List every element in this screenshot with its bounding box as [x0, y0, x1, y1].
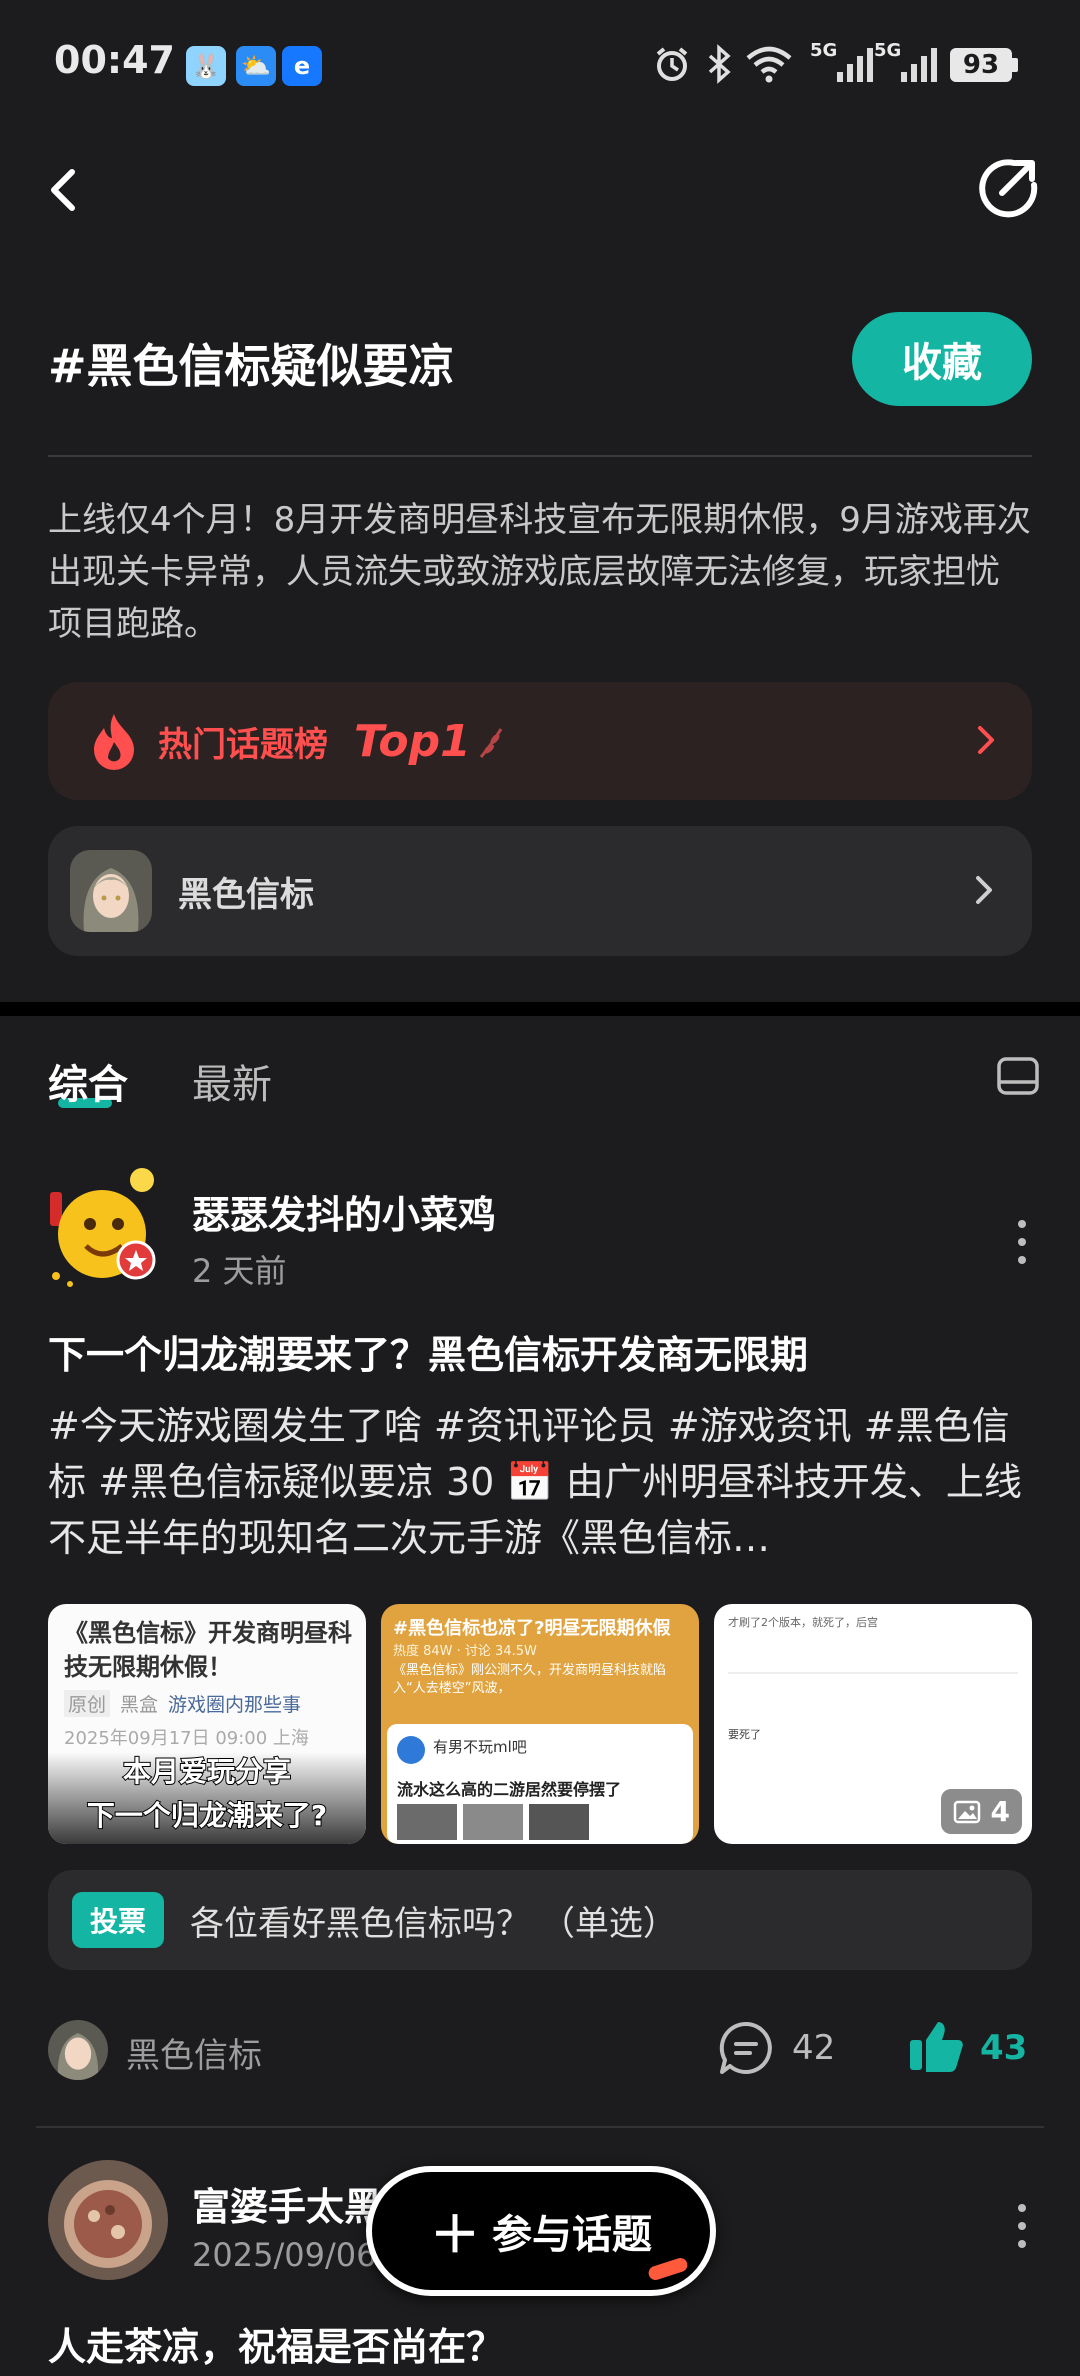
telecom-app-icon: e: [282, 46, 322, 86]
plus-icon: ＋: [430, 2206, 480, 2264]
post-image-2[interactable]: #黑色信标也凉了?明昼无限期休假 热度 84W · 讨论 34.5W 《黑色信标…: [381, 1604, 699, 1844]
laurel-icon: [479, 728, 502, 758]
section-separator: [0, 1002, 1080, 1016]
network-type-label: 5G: [810, 40, 838, 61]
post-topic-tag[interactable]: 黑色信标: [126, 2028, 262, 2077]
collect-button[interactable]: 收藏: [852, 312, 1032, 406]
cell-signal-1: 5G: [810, 40, 874, 82]
image-count-badge: 4: [940, 1789, 1022, 1834]
alarm-icon: [656, 47, 688, 81]
poll-question: 各位看好黑色信标吗？ （单选）: [190, 1903, 677, 1944]
flame-icon: [94, 714, 134, 770]
chevron-right-icon: [976, 876, 992, 904]
tab-latest[interactable]: 最新: [192, 1052, 272, 1110]
bunny-app-icon: 🐰: [186, 46, 226, 86]
post-time: 2025/09/06: [192, 2236, 377, 2274]
poll-card[interactable]: 投票 各位看好黑色信标吗？ （单选）: [48, 1870, 1032, 1970]
thumb2-headline: #黑色信标也凉了?明昼无限期休假: [393, 1618, 671, 1639]
battery-tip: [1012, 58, 1018, 72]
topic-description: 上线仅4个月！8月开发商明昼科技宣布无限期休假，9月游戏再次出现关卡异常，人员流…: [48, 500, 1031, 644]
author-name[interactable]: 富婆手太黑: [192, 2176, 382, 2231]
battery-indicator: 93: [950, 48, 1012, 82]
layout-toggle-icon[interactable]: [996, 1056, 1040, 1096]
author-avatar[interactable]: [36, 1164, 164, 1292]
bluetooth-icon: [708, 44, 731, 84]
image-count: 4: [990, 1795, 1010, 1828]
topic-title: #黑色信标疑似要凉: [48, 339, 455, 393]
author-avatar[interactable]: [48, 2160, 168, 2280]
more-options-icon[interactable]: [1014, 2200, 1030, 2252]
thumbs-up-icon[interactable]: [906, 2016, 966, 2076]
post-title[interactable]: 下一个归龙潮要来了？黑色信标开发商无限期: [48, 1324, 1038, 1379]
accent-stroke: [646, 2256, 690, 2282]
post-time: 2 天前: [192, 1252, 287, 1290]
thumb-tag-source: 黑盒: [120, 1694, 159, 1716]
comment-count: 42: [792, 2028, 836, 2068]
game-avatar: [70, 850, 152, 932]
thumb3-reply: 要死了: [728, 1728, 761, 1741]
comment-icon[interactable]: [716, 2018, 776, 2078]
network-type-label: 5G: [874, 40, 902, 61]
thumb-channel: 游戏圈内那些事: [168, 1694, 302, 1716]
post-divider: [36, 2126, 1044, 2128]
post-image-1[interactable]: 《黑色信标》开发商明昼科技无限期休假！ 原创 黑盒 游戏圈内那些事 2025年0…: [48, 1604, 366, 1844]
thumb2-user: 有男不玩ml吧: [433, 1738, 527, 1756]
poll-badge: 投票: [72, 1892, 165, 1948]
game-card[interactable]: 黑色信标: [48, 826, 1032, 956]
hot-topic-label: 热门话题榜: [158, 724, 328, 765]
topic-game-avatar[interactable]: [48, 2020, 108, 2080]
game-name: 黑色信标: [178, 874, 314, 915]
thumb-headline: 《黑色信标》开发商明昼科技无限期休假！: [64, 1619, 352, 1681]
post-image-3[interactable]: 才刷了2个版本，就死了，后宫 要死了 4: [714, 1604, 1032, 1844]
thumb-datetime: 2025年09月17日 09:00 上海: [64, 1728, 309, 1749]
thumb-overlay-line2: 下一个归龙潮来了?: [86, 1798, 328, 1833]
hot-topic-rank: Top1: [354, 715, 471, 767]
join-topic-label: 参与话题: [492, 2212, 652, 2258]
post-title[interactable]: 人走茶凉，祝福是否尚在？: [48, 2316, 504, 2371]
author-name[interactable]: 瑟瑟发抖的小菜鸡: [192, 1184, 496, 1239]
more-options-icon[interactable]: [1014, 1216, 1030, 1268]
status-time: 00:47: [54, 38, 175, 82]
post-body[interactable]: #今天游戏圈发生了啥 #资讯评论员 #游戏资讯 #黑色信标 #黑色信标疑似要凉 …: [48, 1398, 1032, 1566]
like-count: 43: [980, 2028, 1028, 2068]
weather-app-icon: ⛅: [236, 46, 276, 86]
share-icon[interactable]: [976, 155, 1040, 219]
thumb2-snippet: 《黑色信标》刚公测不久，开发商明昼科技就陷入“人去楼空”风波，: [393, 1663, 667, 1696]
thumb-overlay-line1: 本月爱玩分享: [122, 1754, 292, 1789]
thumb-tag-original: 原创: [64, 1690, 111, 1717]
tab-comprehensive[interactable]: 综合: [48, 1052, 128, 1110]
back-arrow-icon[interactable]: [36, 160, 96, 220]
thumb2-post-title: 流水这么高的二游居然要停摆了: [397, 1780, 622, 1799]
divider: [48, 455, 1032, 457]
chevron-right-icon: [978, 726, 994, 754]
gallery-icon: [953, 1800, 980, 1823]
cell-signal-2: 5G: [874, 40, 938, 82]
thumb2-stats: 热度 84W · 讨论 34.5W: [393, 1644, 537, 1659]
thumb3-top-text: 才刷了2个版本，就死了，后宫: [728, 1616, 878, 1629]
hot-topic-rank-card[interactable]: 热门话题榜 Top1: [48, 682, 1032, 800]
wifi-icon: [746, 46, 792, 83]
join-topic-button[interactable]: ＋ 参与话题: [366, 2166, 716, 2296]
